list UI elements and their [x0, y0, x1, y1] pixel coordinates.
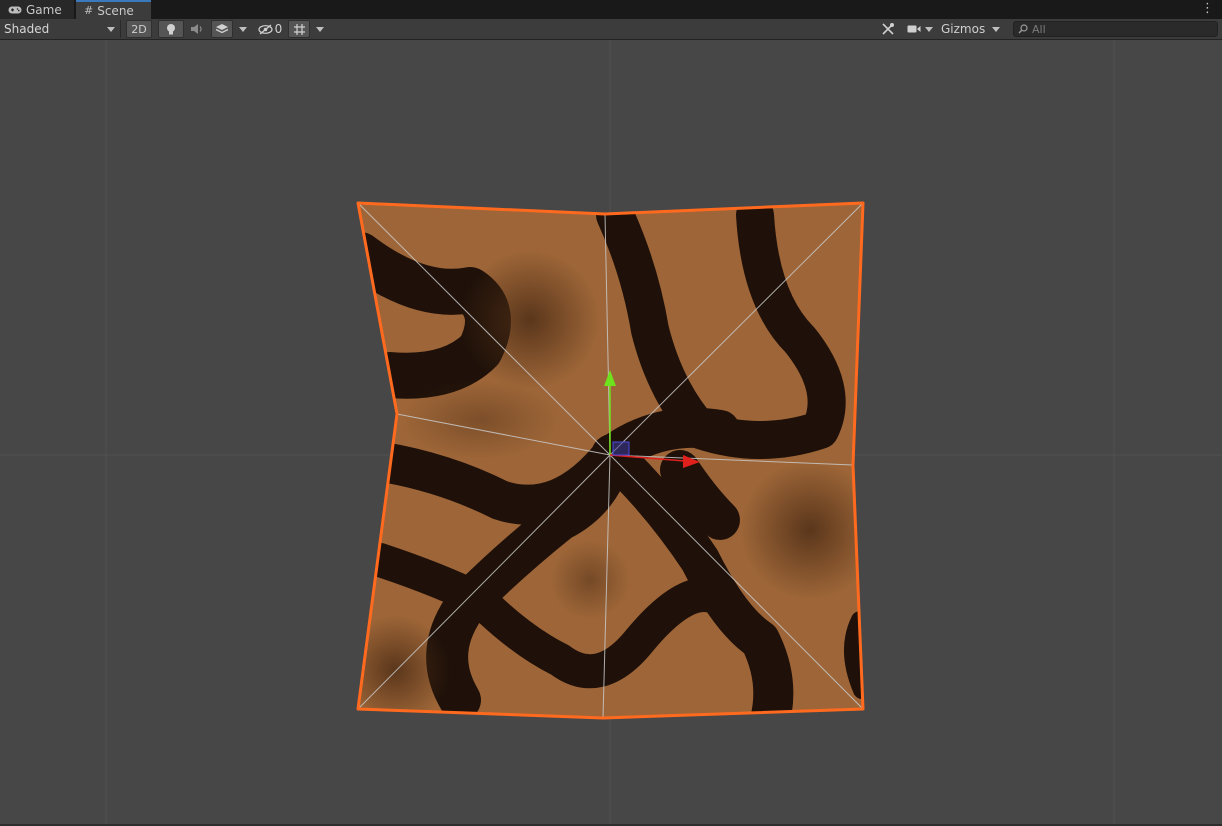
effects-toggle-button[interactable]: [211, 20, 233, 38]
hidden-objects-toggle[interactable]: 0: [255, 20, 285, 38]
camera-icon: [907, 24, 921, 34]
lightbulb-icon: [166, 23, 176, 36]
layers-icon: [215, 23, 229, 35]
gizmos-dropdown[interactable]: [988, 20, 1004, 38]
grid-toggle-button[interactable]: [288, 20, 310, 38]
shading-mode-value: Shaded: [4, 22, 50, 36]
audio-toggle-button[interactable]: [186, 20, 208, 38]
chevron-down-icon: [316, 26, 324, 32]
gizmo-xy-plane-handle[interactable]: [612, 441, 630, 456]
chevron-down-icon: [107, 26, 115, 32]
camera-settings-dropdown[interactable]: [904, 20, 936, 38]
toggle-2d-label: 2D: [131, 22, 147, 36]
wrench-icon: [881, 22, 895, 36]
eye-slash-icon: [258, 23, 273, 35]
gamepad-icon: [8, 5, 22, 15]
tab-scene-label: Scene: [97, 3, 134, 18]
tab-game-label: Game: [26, 2, 62, 17]
shading-mode-dropdown[interactable]: Shaded: [0, 20, 121, 38]
gizmos-button[interactable]: Gizmos: [938, 20, 986, 38]
gizmos-label: Gizmos: [941, 22, 986, 36]
grid-icon: [293, 23, 306, 36]
chevron-down-icon: [239, 26, 247, 32]
effects-dropdown[interactable]: [235, 20, 251, 38]
tab-scene[interactable]: # Scene: [76, 0, 151, 19]
speaker-icon: [190, 23, 204, 35]
more-menu-icon[interactable]: ⋮: [1201, 1, 1214, 16]
chevron-down-icon: [992, 26, 1000, 32]
scene-canvas[interactable]: [0, 40, 1222, 824]
tools-button[interactable]: [877, 20, 899, 38]
hidden-count: 0: [274, 22, 283, 36]
hash-icon: #: [84, 4, 94, 17]
hierarchy-search[interactable]: [1013, 21, 1218, 37]
scene-viewport[interactable]: [0, 40, 1222, 824]
lighting-toggle-button[interactable]: [158, 20, 184, 38]
search-input[interactable]: [1032, 22, 1212, 36]
tab-bar: Game # Scene ⋮: [0, 0, 1222, 19]
search-icon: [1018, 24, 1028, 34]
tab-game[interactable]: Game: [0, 0, 74, 19]
scene-toolbar: Shaded 2D 0 Gizmos All: [0, 19, 1222, 40]
grid-dropdown[interactable]: [312, 20, 328, 38]
toggle-2d-button[interactable]: 2D: [126, 20, 152, 38]
chevron-down-icon: [925, 26, 933, 32]
